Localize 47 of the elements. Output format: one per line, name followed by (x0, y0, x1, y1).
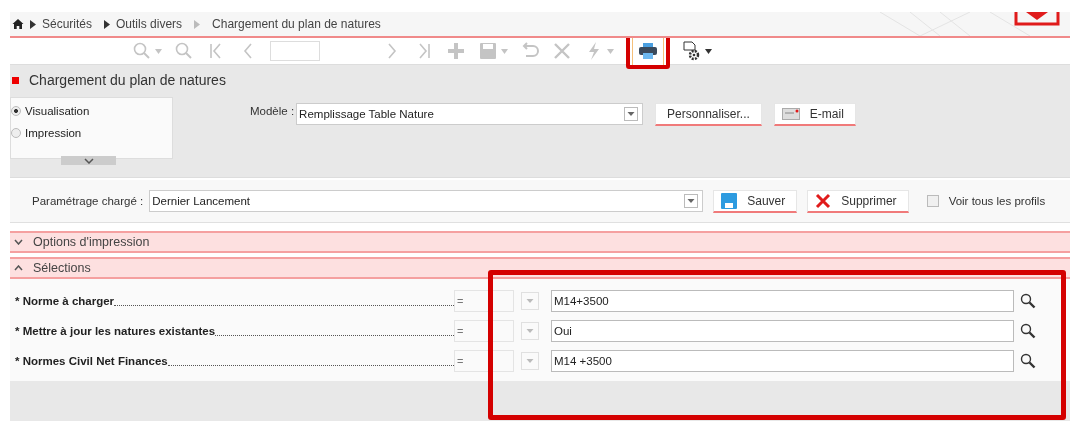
model-dropdown[interactable]: Remplissage Table Nature (296, 103, 644, 125)
delete-button[interactable]: Supprimer (807, 189, 909, 213)
chevron-icon (104, 19, 111, 29)
radio-button[interactable] (11, 106, 21, 116)
section-header[interactable]: Options d'impression (10, 231, 1070, 253)
value-field[interactable]: M14 +3500 (551, 350, 1014, 372)
customize-button[interactable]: Personnaliser... (655, 103, 762, 126)
operator-field[interactable]: = (454, 350, 514, 372)
chevron-icon (194, 19, 201, 29)
breadcrumb-link[interactable]: Chargement du plan de natures (212, 17, 381, 31)
expand-handle[interactable] (61, 156, 116, 165)
section-header[interactable]: Sélections (10, 257, 1070, 279)
breadcrumb-link[interactable]: Sécurités (42, 17, 93, 31)
criterion-label: * Norme à charger (15, 295, 115, 307)
search-icon[interactable] (1020, 323, 1036, 339)
radio-button[interactable] (11, 128, 21, 138)
home-icon[interactable] (12, 18, 24, 30)
criterion-label: * Normes Civil Net Finances (15, 355, 168, 367)
search-icon[interactable] (1020, 293, 1036, 309)
chevron-icon (83, 157, 94, 164)
value-field[interactable]: M14+3500 (551, 290, 1014, 312)
document-gear-icon[interactable] (682, 41, 702, 61)
operator-field[interactable]: = (454, 290, 514, 312)
operator-field[interactable]: = (454, 320, 514, 342)
radio-label[interactable]: Impression (25, 127, 82, 139)
settings-dropdown[interactable]: Dernier Lancement (149, 190, 704, 212)
chevron-icon (30, 19, 36, 29)
settings-label: Paramétrage chargé : (32, 195, 144, 207)
save-button[interactable]: Sauver (713, 189, 798, 213)
radio-label[interactable]: Visualisation (25, 105, 90, 117)
printer-icon[interactable] (638, 41, 658, 61)
page-title: Chargement du plan de natures (29, 72, 226, 88)
checkbox[interactable] (926, 195, 939, 207)
caret-icon[interactable] (705, 48, 712, 54)
section-title[interactable]: Options d'impression (33, 235, 150, 249)
title-marker-icon (12, 76, 19, 84)
model-label: Modèle : (250, 105, 295, 117)
section-title[interactable]: Sélections (33, 261, 91, 275)
criterion-label: * Mettre à jour les natures existantes (15, 325, 216, 337)
checkbox-label[interactable]: Voir tous les profils (948, 195, 1046, 207)
value-field[interactable]: Oui (551, 320, 1014, 342)
logo-icon (1014, 12, 1060, 26)
search-icon[interactable] (1020, 353, 1036, 369)
email-button[interactable]: E-mail (773, 103, 856, 126)
envelope-icon (781, 108, 800, 120)
cross-icon (815, 192, 832, 209)
breadcrumb-link[interactable]: Outils divers (116, 17, 183, 31)
